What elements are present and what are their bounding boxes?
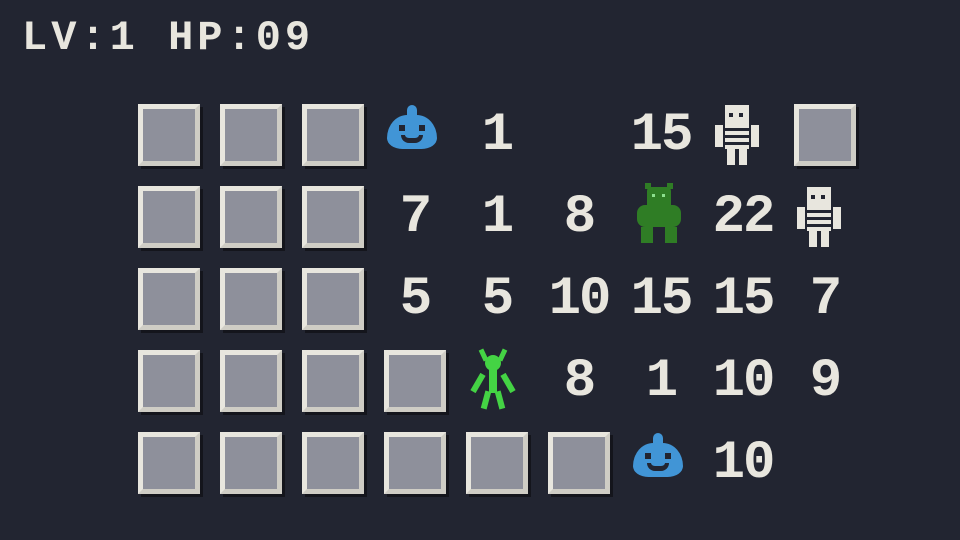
grid-cell[interactable] xyxy=(292,94,374,176)
number-cell: 5 xyxy=(400,269,430,330)
covered-tile[interactable] xyxy=(220,186,282,248)
number-cell: 1 xyxy=(482,105,512,166)
grid-cell[interactable] xyxy=(292,176,374,258)
status-bar: LV:1 HP:09 xyxy=(22,14,314,62)
grid-cell[interactable] xyxy=(292,422,374,504)
number-cell: 8 xyxy=(564,187,594,248)
ogre-icon[interactable] xyxy=(631,187,691,247)
grid-cell[interactable]: 7 xyxy=(784,258,866,340)
covered-tile[interactable] xyxy=(302,350,364,412)
hp-label: HP: xyxy=(168,14,256,62)
number-cell: 8 xyxy=(564,351,594,412)
number-cell: 1 xyxy=(646,351,676,412)
covered-tile[interactable] xyxy=(138,268,200,330)
hp-value: 09 xyxy=(256,14,314,62)
covered-tile[interactable] xyxy=(138,350,200,412)
covered-tile[interactable] xyxy=(220,104,282,166)
grid-cell[interactable] xyxy=(784,94,866,176)
number-cell: 10 xyxy=(713,351,774,412)
grid-cell[interactable] xyxy=(210,258,292,340)
number-cell: 5 xyxy=(482,269,512,330)
covered-tile[interactable] xyxy=(548,432,610,494)
covered-tile[interactable] xyxy=(302,104,364,166)
grid-cell[interactable] xyxy=(292,340,374,422)
number-cell: 22 xyxy=(713,187,774,248)
game-grid: 115718225510151578110910 xyxy=(128,94,866,504)
covered-tile[interactable] xyxy=(302,268,364,330)
grid-cell[interactable]: 5 xyxy=(456,258,538,340)
grid-cell[interactable] xyxy=(538,422,620,504)
grid-cell[interactable] xyxy=(210,94,292,176)
grid-cell[interactable]: 15 xyxy=(620,94,702,176)
grid-cell[interactable] xyxy=(374,94,456,176)
grid-cell[interactable] xyxy=(128,94,210,176)
grid-cell[interactable]: 8 xyxy=(538,176,620,258)
grid-cell[interactable] xyxy=(374,422,456,504)
grid-cell[interactable] xyxy=(456,422,538,504)
grid-cell[interactable] xyxy=(702,94,784,176)
grid-cell xyxy=(538,94,620,176)
grid-cell[interactable] xyxy=(620,422,702,504)
covered-tile[interactable] xyxy=(220,350,282,412)
grid-cell[interactable]: 1 xyxy=(456,94,538,176)
level-label: LV: xyxy=(22,14,110,62)
number-cell: 7 xyxy=(400,187,430,248)
grid-cell[interactable] xyxy=(374,340,456,422)
covered-tile[interactable] xyxy=(220,432,282,494)
covered-tile[interactable] xyxy=(220,268,282,330)
covered-tile[interactable] xyxy=(384,432,446,494)
grid-cell[interactable]: 15 xyxy=(702,258,784,340)
number-cell: 10 xyxy=(549,269,610,330)
stick-bug-icon[interactable] xyxy=(467,351,527,411)
grid-cell[interactable]: 10 xyxy=(538,258,620,340)
covered-tile[interactable] xyxy=(384,350,446,412)
grid-cell[interactable]: 8 xyxy=(538,340,620,422)
number-cell: 15 xyxy=(631,105,692,166)
number-cell: 9 xyxy=(810,351,840,412)
grid-cell[interactable] xyxy=(128,422,210,504)
grid-cell[interactable]: 15 xyxy=(620,258,702,340)
grid-cell[interactable] xyxy=(292,258,374,340)
slime-icon[interactable] xyxy=(631,433,691,493)
mummy-icon[interactable] xyxy=(713,105,773,165)
grid-cell[interactable]: 5 xyxy=(374,258,456,340)
grid-cell[interactable] xyxy=(620,176,702,258)
covered-tile[interactable] xyxy=(138,186,200,248)
grid-cell[interactable]: 22 xyxy=(702,176,784,258)
grid-cell[interactable]: 10 xyxy=(702,422,784,504)
grid-cell[interactable] xyxy=(128,176,210,258)
covered-tile[interactable] xyxy=(302,186,364,248)
slime-icon[interactable] xyxy=(385,105,445,165)
grid-cell[interactable]: 1 xyxy=(456,176,538,258)
grid-cell[interactable]: 9 xyxy=(784,340,866,422)
grid-cell[interactable]: 1 xyxy=(620,340,702,422)
covered-tile[interactable] xyxy=(794,104,856,166)
covered-tile[interactable] xyxy=(302,432,364,494)
grid-cell[interactable]: 10 xyxy=(702,340,784,422)
grid-cell[interactable] xyxy=(210,340,292,422)
level-value: 1 xyxy=(110,14,139,62)
covered-tile[interactable] xyxy=(138,104,200,166)
grid-cell[interactable] xyxy=(456,340,538,422)
mummy-icon[interactable] xyxy=(795,187,855,247)
number-cell: 15 xyxy=(631,269,692,330)
grid-cell[interactable]: 7 xyxy=(374,176,456,258)
grid-cell xyxy=(784,422,866,504)
number-cell: 15 xyxy=(713,269,774,330)
grid-cell[interactable] xyxy=(784,176,866,258)
grid-cell[interactable] xyxy=(210,176,292,258)
number-cell: 7 xyxy=(810,269,840,330)
grid-cell[interactable] xyxy=(210,422,292,504)
grid-cell[interactable] xyxy=(128,340,210,422)
grid-cell[interactable] xyxy=(128,258,210,340)
covered-tile[interactable] xyxy=(466,432,528,494)
covered-tile[interactable] xyxy=(138,432,200,494)
number-cell: 1 xyxy=(482,187,512,248)
number-cell: 10 xyxy=(713,433,774,494)
